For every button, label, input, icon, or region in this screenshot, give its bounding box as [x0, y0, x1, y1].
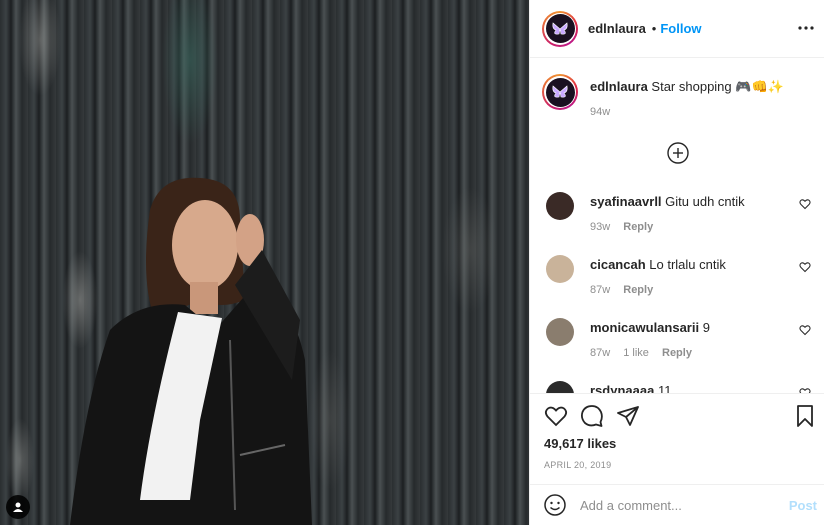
comment-meta: 93w Reply — [590, 221, 663, 233]
commenter-username[interactable]: rsdynaaaa — [590, 383, 654, 393]
comment-body: Gitu udh cntik — [665, 194, 745, 209]
caption-avatar[interactable] — [542, 74, 578, 110]
comment-text: rsdynaaaa 11 — [590, 382, 671, 393]
post-date[interactable]: APRIL 20, 2019 — [544, 460, 611, 470]
comment-icon[interactable] — [580, 404, 604, 428]
post-header: edlnlaura • Follow — [530, 0, 824, 58]
like-heart-icon[interactable] — [544, 404, 568, 428]
likes-count[interactable]: 49,617 likes — [544, 436, 616, 451]
butterfly-icon — [552, 21, 568, 34]
comment-item: rsdynaaaa 11 — [542, 381, 817, 393]
reply-button[interactable]: Reply — [623, 284, 653, 296]
post-sidebar: edlnlaura • Follow edlnlaura Star shoppi… — [529, 0, 824, 525]
post-photo[interactable] — [0, 0, 529, 525]
commenter-username[interactable]: syafinaavrll — [590, 194, 662, 209]
butterfly-icon — [552, 85, 568, 98]
commenter-avatar[interactable] — [546, 255, 574, 283]
comment-time[interactable]: 93w — [590, 221, 610, 233]
load-more-comments-icon[interactable] — [667, 142, 689, 164]
add-comment-bar: Post — [530, 484, 824, 525]
author-username[interactable]: edlnlaura — [588, 21, 646, 36]
author-avatar[interactable] — [542, 10, 578, 47]
caption-body: Star shopping 🎮👊✨ — [651, 79, 784, 94]
comment-likes[interactable]: 1 like — [623, 347, 649, 359]
like-comment-icon[interactable] — [799, 261, 811, 273]
commenter-avatar[interactable] — [546, 318, 574, 346]
commenter-username[interactable]: monicawulansarii — [590, 320, 699, 335]
caption-username[interactable]: edlnlaura — [590, 79, 648, 94]
comment-time[interactable]: 87w — [590, 347, 610, 359]
emoji-icon[interactable] — [544, 494, 566, 516]
more-options-icon[interactable] — [797, 19, 815, 37]
reply-button[interactable]: Reply — [662, 347, 692, 359]
caption-time[interactable]: 94w — [590, 106, 610, 118]
comment-body: 11 — [657, 383, 672, 393]
comment-body: Lo trlalu cntik — [649, 257, 726, 272]
comments-list[interactable]: edlnlaura Star shopping 🎮👊✨ 94w syafinaa… — [530, 58, 824, 393]
commenter-avatar[interactable] — [546, 381, 574, 393]
comment-input[interactable] — [580, 497, 780, 513]
separator-dot: • — [651, 21, 657, 36]
bookmark-icon[interactable] — [793, 404, 817, 428]
like-comment-icon[interactable] — [799, 324, 811, 336]
reply-button[interactable]: Reply — [623, 221, 653, 233]
comment-text: syafinaavrll Gitu udh cntik — [590, 193, 745, 211]
post-comment-button[interactable]: Post — [789, 498, 817, 513]
comment-item: syafinaavrll Gitu udh cntik 93w Reply — [542, 192, 817, 248]
comment-time[interactable]: 87w — [590, 284, 610, 296]
commenter-username[interactable]: cicancah — [590, 257, 646, 272]
comment-meta: 87w Reply — [590, 284, 663, 296]
commenter-avatar[interactable] — [546, 192, 574, 220]
comment-text: monicawulansarii 9 — [590, 319, 710, 337]
comment-item: cicancah Lo trlalu cntik 87w Reply — [542, 255, 817, 311]
comment-text: cicancah Lo trlalu cntik — [590, 256, 726, 274]
post-actions: 49,617 likes APRIL 20, 2019 — [530, 393, 824, 483]
tagged-user-icon[interactable] — [6, 495, 30, 519]
comment-body: 9 — [702, 320, 710, 335]
share-icon[interactable] — [616, 404, 640, 428]
comment-meta: 87w 1 like Reply — [590, 347, 702, 359]
comment-item: monicawulansarii 9 87w 1 like Reply — [542, 318, 817, 374]
like-comment-icon[interactable] — [799, 198, 811, 210]
photo-subject — [70, 177, 312, 525]
follow-button[interactable]: Follow — [660, 21, 701, 36]
caption-text: edlnlaura Star shopping 🎮👊✨ — [590, 78, 820, 96]
